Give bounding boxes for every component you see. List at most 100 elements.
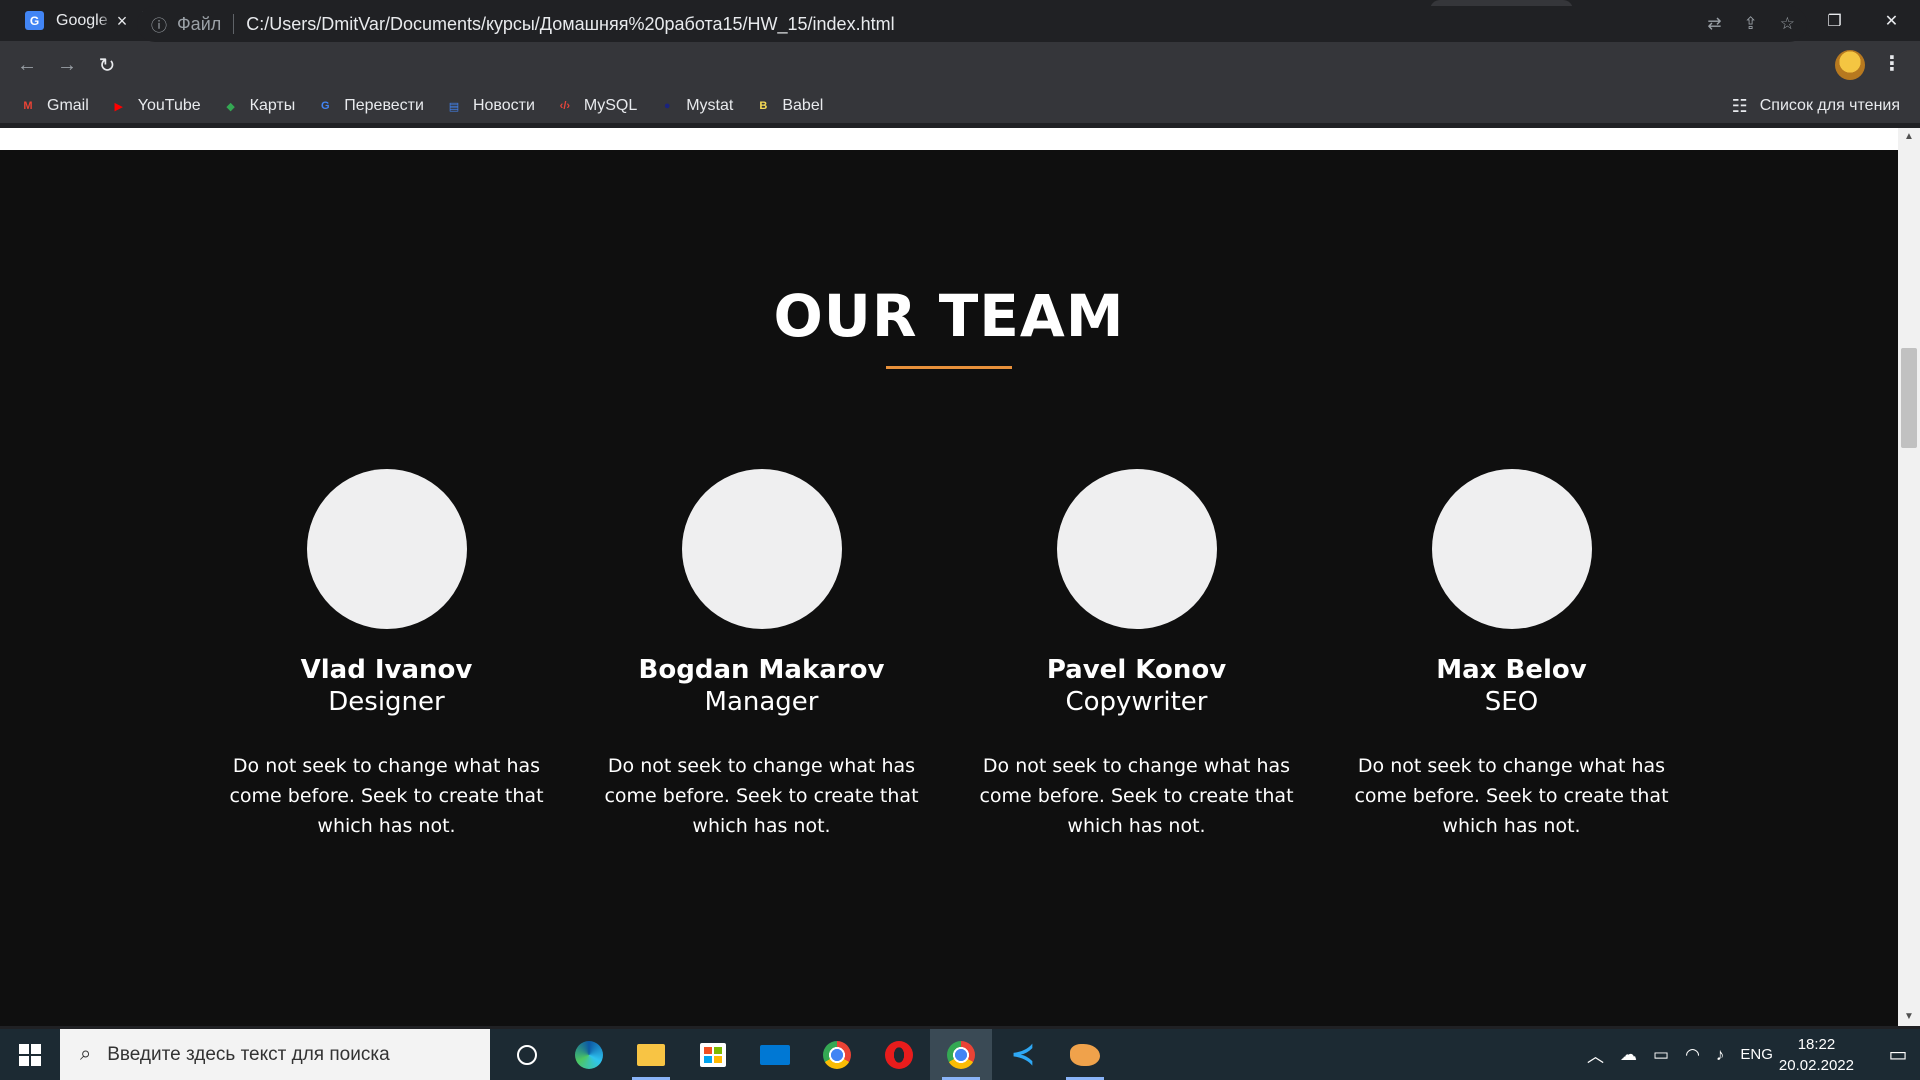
gmail-icon: M bbox=[23, 100, 33, 112]
page-viewport: OUR TEAM Vlad Ivanov Designer Do not seek … bbox=[0, 128, 1898, 1026]
section-title: OUR TEAM bbox=[773, 282, 1125, 350]
bookmarks-bar: M Gmail ▶ YouTube ◆ Карты G Перевести ▤ Новости ‹/… bbox=[0, 89, 1920, 123]
language-indicator[interactable]: ENG bbox=[1740, 1046, 1773, 1063]
windows-start-icon[interactable] bbox=[0, 1029, 60, 1080]
bookmark-label: Новости bbox=[472, 97, 535, 114]
address-bar[interactable]: ⓘ Файл C:/Users/DmitVar/Documents/курсы/… bbox=[137, 6, 1807, 42]
member-name: Pavel Konov bbox=[1046, 655, 1227, 685]
task-view-icon[interactable] bbox=[496, 1029, 558, 1080]
clock-date: 20.02.2022 bbox=[1778, 1056, 1854, 1074]
page-scrollbar[interactable]: ▲ ▼ bbox=[1898, 128, 1920, 1026]
member-quote: Do not seek to change what has come befo… bbox=[229, 755, 544, 837]
bookmark-label: MySQL bbox=[583, 97, 638, 114]
forward-icon[interactable]: → bbox=[47, 45, 87, 85]
wifi-icon[interactable]: ◠ bbox=[1685, 1045, 1700, 1065]
bookmark-перевести[interactable]: G Перевести bbox=[316, 97, 424, 115]
member-name: Vlad Ivanov bbox=[300, 655, 473, 685]
windows-taskbar: ⌕ Введите здесь текст для поиска ≺ ︿ ☁ ▭… bbox=[0, 1029, 1920, 1080]
scroll-down-icon[interactable]: ▼ bbox=[1898, 1008, 1920, 1026]
vscode-icon[interactable]: ≺ bbox=[992, 1029, 1054, 1080]
tab-1[interactable]: G Google П× bbox=[0, 0, 143, 41]
bookmark-babel[interactable]: B Babel bbox=[754, 97, 823, 115]
clock[interactable]: 18:22 20.02.2022 bbox=[1779, 1034, 1854, 1076]
team-member-card: Max Belov SEO Do not seek to change what h… bbox=[1324, 469, 1699, 841]
volume-icon[interactable]: ♪ bbox=[1716, 1045, 1725, 1065]
member-role: Copywriter bbox=[1065, 687, 1208, 717]
member-name: Max Belov bbox=[1436, 655, 1587, 685]
member-role: SEO bbox=[1484, 687, 1539, 717]
mystat-icon: ● bbox=[663, 100, 671, 112]
bookmark-mysql[interactable]: ‹/› MySQL bbox=[556, 97, 638, 115]
bookmark-gmail[interactable]: M Gmail bbox=[19, 97, 89, 115]
taskbar-search[interactable]: ⌕ Введите здесь текст для поиска bbox=[60, 1029, 490, 1080]
scrollbar-thumb[interactable] bbox=[1901, 348, 1917, 448]
reading-list-button[interactable]: ☷ Список для чтения bbox=[1732, 89, 1900, 123]
chrome-icon[interactable] bbox=[806, 1029, 868, 1080]
bookmark-mystat[interactable]: ● Mystat bbox=[658, 97, 733, 115]
bookmark-label: Babel bbox=[782, 97, 824, 114]
url-scheme-label: Файл bbox=[177, 13, 222, 34]
chrome-active-icon[interactable] bbox=[930, 1029, 992, 1080]
file-explorer-icon[interactable] bbox=[620, 1029, 682, 1080]
team-member-card: Vlad Ivanov Designer Do not seek to change… bbox=[199, 469, 574, 841]
cloud-icon[interactable]: ☁ bbox=[1620, 1045, 1637, 1065]
title-underline bbox=[886, 366, 1012, 369]
avatar bbox=[1056, 469, 1217, 629]
scroll-up-icon[interactable]: ▲ bbox=[1898, 128, 1920, 146]
bookmark-label: Gmail bbox=[47, 97, 89, 114]
member-role: Manager bbox=[704, 687, 819, 717]
restore-icon[interactable]: ❐ bbox=[1806, 0, 1863, 41]
clock-time: 18:22 bbox=[1797, 1035, 1836, 1053]
member-role: Designer bbox=[328, 687, 445, 717]
team-member-card: Bogdan Makarov Manager Do not seek to chan… bbox=[574, 469, 949, 841]
bookmark-label: Mystat bbox=[686, 97, 734, 114]
site-info-icon[interactable]: ⓘ bbox=[151, 12, 169, 36]
reading-list-icon: ☷ bbox=[1731, 95, 1748, 116]
notifications-icon[interactable]: ▭ bbox=[1876, 1042, 1920, 1067]
code-icon: ‹/› bbox=[559, 100, 571, 112]
reload-icon[interactable]: ↻ bbox=[87, 45, 127, 85]
translate-icon[interactable]: ⇄ bbox=[1707, 14, 1721, 34]
bookmark-list: M Gmail ▶ YouTube ◆ Карты G Перевести ▤ Новости ‹/… bbox=[19, 97, 844, 115]
profile-avatar[interactable] bbox=[1835, 50, 1865, 80]
bookmark-карты[interactable]: ◆ Карты bbox=[222, 97, 296, 115]
divider bbox=[233, 14, 235, 34]
translate-icon: G bbox=[320, 100, 330, 112]
team-section: OUR TEAM Vlad Ivanov Designer Do not seek … bbox=[0, 150, 1898, 1026]
app-icon[interactable] bbox=[1054, 1029, 1116, 1080]
google-translate-icon: G bbox=[25, 11, 44, 30]
back-icon[interactable]: ← bbox=[7, 45, 47, 85]
bookmark-label: Карты bbox=[249, 97, 296, 114]
tab-title: Google П bbox=[56, 11, 113, 29]
member-quote: Do not seek to change what has come befo… bbox=[1354, 755, 1669, 837]
taskbar-apps: ≺ bbox=[496, 1029, 1116, 1080]
mail-icon[interactable] bbox=[744, 1029, 806, 1080]
battery-icon[interactable]: ▭ bbox=[1653, 1045, 1669, 1065]
bookmark-star-icon[interactable]: ☆ bbox=[1780, 14, 1795, 34]
avatar bbox=[681, 469, 842, 629]
bookmark-label: Перевести bbox=[344, 97, 424, 114]
member-name: Bogdan Makarov bbox=[638, 655, 885, 685]
bookmark-новости[interactable]: ▤ Новости bbox=[445, 97, 535, 115]
close-tab-icon[interactable]: × bbox=[113, 12, 131, 30]
url-text[interactable]: C:/Users/DmitVar/Documents/курсы/Домашня… bbox=[246, 14, 894, 35]
team-member-card: Pavel Konov Copywriter Do not seek to chan… bbox=[949, 469, 1324, 841]
member-quote: Do not seek to change what has come befo… bbox=[604, 755, 919, 837]
close-window-icon[interactable]: ✕ bbox=[1863, 0, 1920, 41]
system-tray: ︿ ☁ ▭ ◠ ♪ ENG 18:22 20.02.2022 ▭ bbox=[1587, 1029, 1920, 1080]
store-icon[interactable] bbox=[682, 1029, 744, 1080]
browser-toolbar: ← → ↻ bbox=[0, 41, 1920, 89]
search-icon: ⌕ bbox=[80, 1043, 92, 1065]
chevron-up-icon[interactable]: ︿ bbox=[1587, 1042, 1604, 1067]
news-icon: ▤ bbox=[448, 100, 460, 113]
edge-icon[interactable] bbox=[558, 1029, 620, 1080]
opera-icon[interactable] bbox=[868, 1029, 930, 1080]
taskbar-search-placeholder: Введите здесь текст для поиска bbox=[107, 1043, 390, 1065]
bookmark-label: YouTube bbox=[137, 97, 201, 114]
bookmark-youtube[interactable]: ▶ YouTube bbox=[110, 97, 201, 115]
share-icon[interactable]: ⇪ bbox=[1744, 14, 1758, 34]
member-quote: Do not seek to change what has come befo… bbox=[979, 755, 1294, 837]
babel-icon: B bbox=[759, 100, 768, 112]
avatar bbox=[1431, 469, 1592, 629]
menu-dots-icon[interactable]: ⋮ bbox=[1882, 51, 1902, 76]
